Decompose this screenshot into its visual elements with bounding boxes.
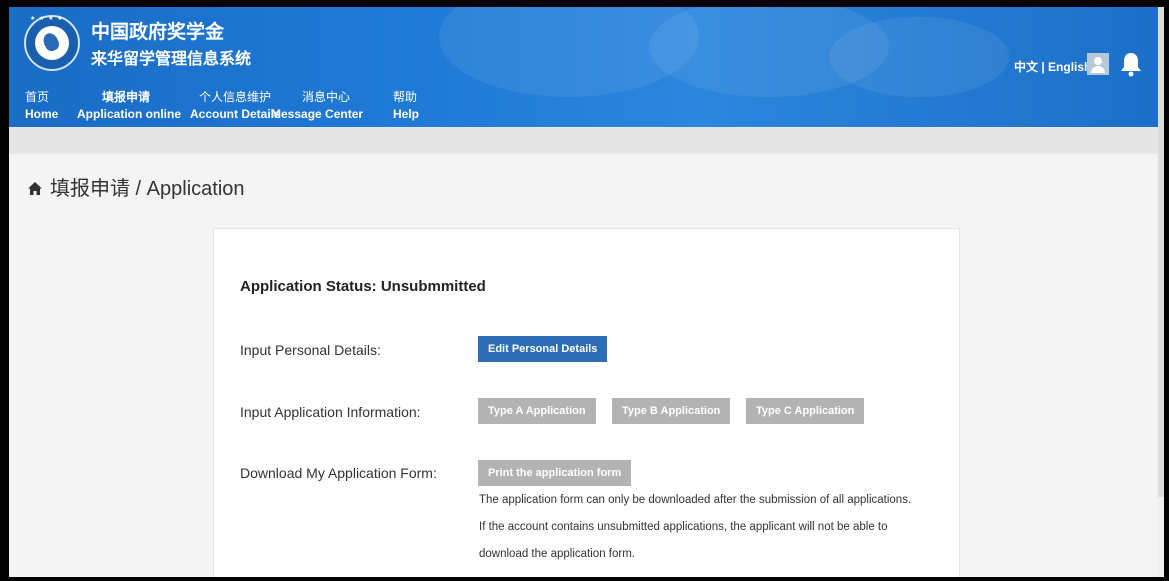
nav-home[interactable]: 首页 Home [25, 89, 58, 123]
nav-message-center[interactable]: 消息中心 Message Center [271, 89, 363, 123]
nav-help-cn: 帮助 [393, 90, 418, 104]
application-panel: Application Status: Unsubmmitted Input P… [213, 228, 960, 577]
type-c-application-button[interactable]: Type C Application [746, 398, 865, 424]
type-b-application-button[interactable]: Type B Application [612, 398, 731, 424]
print-application-form-button[interactable]: Print the application form [478, 460, 632, 486]
application-status: Application Status: Unsubmmitted [240, 278, 486, 295]
download-form-label: Download My Application Form: [240, 465, 437, 481]
nav-home-cn: 首页 [25, 90, 50, 104]
edit-personal-details-button[interactable]: Edit Personal Details [478, 336, 608, 362]
nav-application-en: Application online [77, 107, 181, 121]
language-switch[interactable]: 中文 | English [1014, 58, 1091, 75]
download-note-line-1: The application form can only be downloa… [479, 494, 912, 506]
logo-stars-icon: ★ ★ ★ ★ [30, 16, 64, 22]
breadcrumb: 填报申请 / Application [27, 172, 245, 201]
site-title: 中国政府奖学金 [91, 22, 225, 43]
logo-emblem-icon [35, 26, 69, 60]
download-note-line-3: download the application form. [479, 548, 635, 560]
nav-help-en: Help [393, 107, 420, 121]
site-subtitle: 来华留学管理信息系统 [91, 51, 252, 68]
site-header: ★ ★ ★ ★ 中国政府奖学金 来华留学管理信息系统 首页 Home 填报申请 … [9, 7, 1164, 127]
home-icon [28, 182, 42, 195]
download-note-line-2: If the account contains unsubmitted appl… [479, 521, 888, 533]
nav-account-cn: 个人信息维护 [199, 90, 272, 104]
world-map-decoration [829, 17, 1009, 97]
browser-viewport: ★ ★ ★ ★ 中国政府奖学金 来华留学管理信息系统 首页 Home 填报申请 … [9, 7, 1164, 577]
user-icon[interactable] [1087, 53, 1109, 75]
nav-help[interactable]: 帮助 Help [393, 89, 419, 123]
page-scrollbar[interactable] [1158, 7, 1164, 577]
nav-message-cn: 消息中心 [302, 90, 351, 104]
sub-header-bar [9, 127, 1164, 154]
scrollbar-thumb[interactable] [1158, 7, 1164, 497]
csc-logo[interactable]: ★ ★ ★ ★ [24, 15, 80, 71]
nav-application-cn: 填报申请 [102, 90, 151, 104]
breadcrumb-label: 填报申请 / Application [50, 178, 245, 200]
bell-icon[interactable] [1119, 51, 1143, 77]
nav-message-en: Message Center [271, 107, 364, 121]
type-a-application-button[interactable]: Type A Application [478, 398, 596, 424]
nav-application-online[interactable]: 填报申请 Application online [77, 89, 181, 123]
nav-account-details[interactable]: 个人信息维护 Account Details [190, 89, 281, 123]
personal-details-label: Input Personal Details: [240, 342, 381, 358]
nav-home-en: Home [25, 107, 59, 121]
nav-account-en: Account Details [190, 107, 281, 121]
application-info-label: Input Application Information: [240, 404, 421, 420]
